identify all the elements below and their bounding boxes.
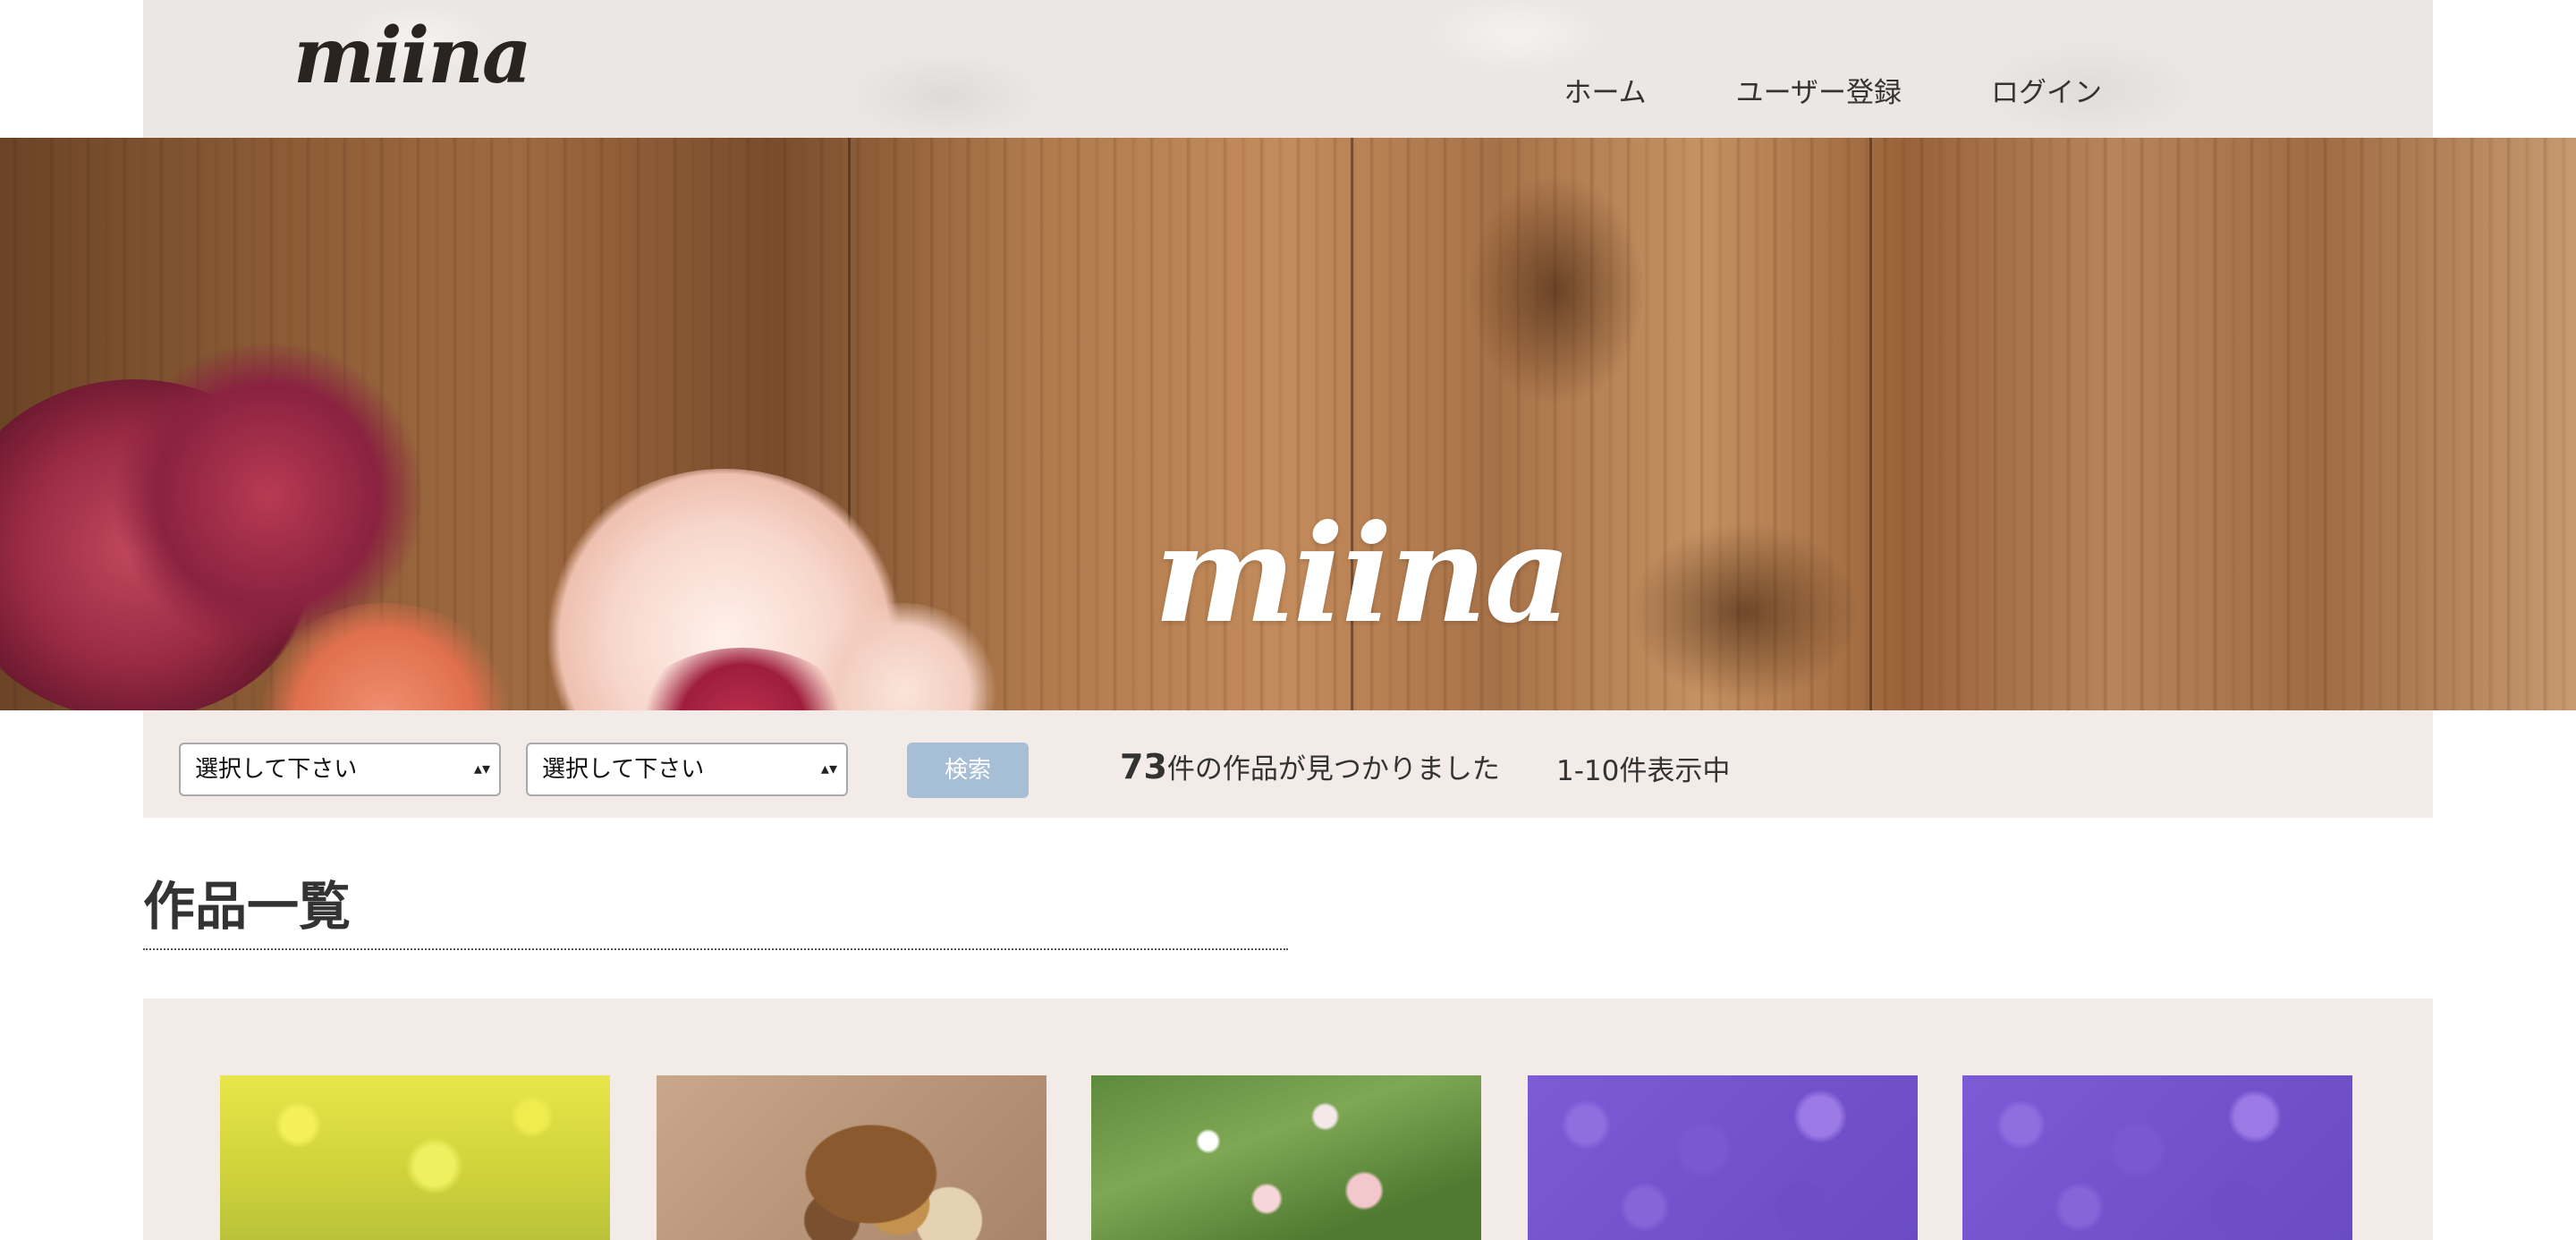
work-thumbnail-garden[interactable] xyxy=(1091,1075,1481,1240)
work-thumbnail-basket[interactable] xyxy=(657,1075,1046,1240)
search-button[interactable]: 検索 xyxy=(907,743,1029,798)
works-gallery xyxy=(143,998,2433,1240)
carnation-red-flower xyxy=(107,344,429,648)
result-count: 73件の作品が見つかりました xyxy=(1120,746,1500,786)
select-value: 選択して下さい xyxy=(542,756,705,783)
category-select-1[interactable]: 選択して下さい ▴▾ xyxy=(179,743,501,796)
result-count-number: 73 xyxy=(1120,747,1167,786)
category-select-2[interactable]: 選択して下さい ▴▾ xyxy=(526,743,848,796)
select-value: 選択して下さい xyxy=(195,756,358,783)
work-thumbnail-rapeseed[interactable] xyxy=(220,1075,610,1240)
result-range: 1-10件表示中 xyxy=(1556,755,1731,787)
search-bar: 選択して下さい ▴▾ 選択して下さい ▴▾ 検索 73件の作品が見つかりました … xyxy=(143,710,2433,818)
select-arrows-icon: ▴▾ xyxy=(820,760,837,778)
nav-register[interactable]: ユーザー登録 xyxy=(1736,70,1902,110)
nav-login[interactable]: ログイン xyxy=(1991,70,2102,110)
nav-home[interactable]: ホーム xyxy=(1564,70,1647,110)
site-header: miina ホーム ユーザー登録 ログイン xyxy=(143,0,2433,138)
page-title: 作品一覧 xyxy=(143,864,1288,950)
result-count-suffix: 件の作品が見つかりました xyxy=(1166,753,1500,786)
hero-banner: miina xyxy=(0,138,2576,710)
wood-plank-seam xyxy=(1869,138,1872,710)
site-logo[interactable]: miina xyxy=(293,11,532,101)
wood-knot xyxy=(1467,174,1646,406)
work-thumbnail-hydrangea[interactable] xyxy=(1528,1075,1918,1240)
page: miina ホーム ユーザー登録 ログイン miina 選択して下さい ▴▾ 選… xyxy=(0,0,2576,1240)
hero-logo: miina xyxy=(1154,496,1572,653)
wood-knot xyxy=(1628,522,1860,701)
work-thumbnail-hydrangea[interactable] xyxy=(1962,1075,2352,1240)
main-nav: ホーム ユーザー登録 ログイン xyxy=(1564,70,2102,110)
select-arrows-icon: ▴▾ xyxy=(473,760,490,778)
